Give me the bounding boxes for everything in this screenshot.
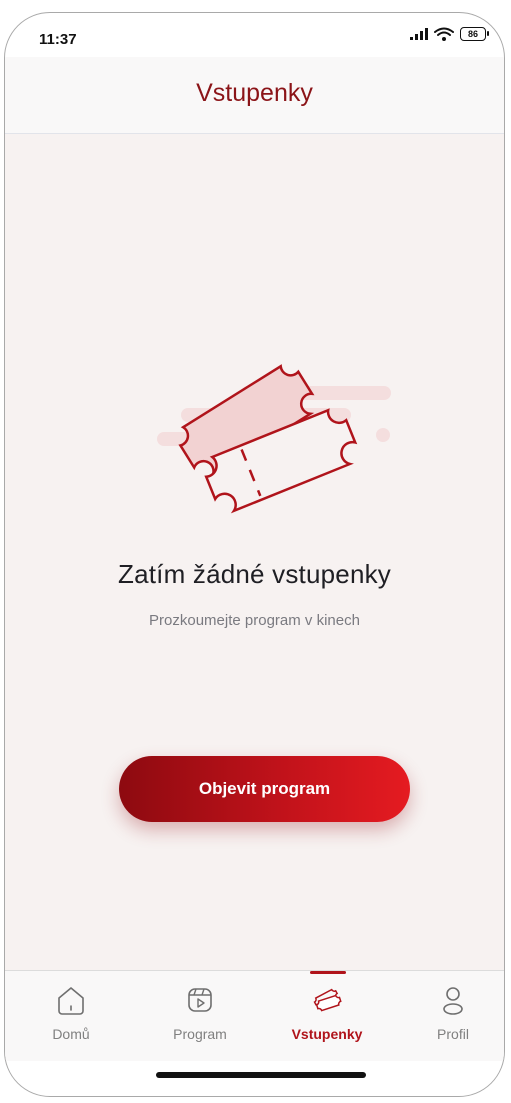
- signal-icon: [410, 28, 428, 40]
- status-time: 11:37: [39, 31, 77, 48]
- tab-home[interactable]: Domů: [11, 971, 131, 1061]
- active-tab-indicator: [310, 971, 346, 974]
- empty-state-title: Zatím žádné vstupenky: [118, 559, 391, 589]
- phone-frame: 11:37 86 Vstupenky Zatím žádné vstupenky…: [4, 12, 505, 1097]
- battery-level: 86: [467, 29, 478, 39]
- tab-home-label: Domů: [52, 1026, 90, 1042]
- main-content: Zatím žádné vstupenky Prozkoumejte progr…: [5, 134, 504, 970]
- tab-profile[interactable]: Profil: [393, 971, 504, 1061]
- calendar-play-icon: [188, 988, 212, 1012]
- status-bar: 11:37 86: [5, 13, 504, 57]
- tab-program[interactable]: Program: [140, 971, 260, 1061]
- page-title: Vstupenky: [196, 79, 313, 107]
- profile-icon: [443, 987, 463, 1015]
- tab-program-label: Program: [173, 1026, 227, 1042]
- tab-bar: Domů Program Vstupenky Profil: [5, 970, 504, 1061]
- status-icons: 86: [410, 27, 489, 41]
- tickets-illustration: [157, 364, 391, 514]
- home-indicator[interactable]: [156, 1072, 366, 1078]
- home-icon: [58, 987, 84, 1015]
- tab-profile-label: Profil: [437, 1026, 469, 1042]
- tab-tickets[interactable]: Vstupenky: [267, 971, 387, 1061]
- ticket-icon: [313, 988, 342, 1012]
- wifi-icon: [434, 27, 454, 41]
- discover-program-button[interactable]: Objevit program: [119, 756, 410, 822]
- empty-state-subtitle: Prozkoumejte program v kinech: [149, 612, 360, 629]
- tab-tickets-label: Vstupenky: [291, 1026, 363, 1042]
- header: Vstupenky: [5, 57, 504, 134]
- battery-icon: 86: [460, 27, 489, 41]
